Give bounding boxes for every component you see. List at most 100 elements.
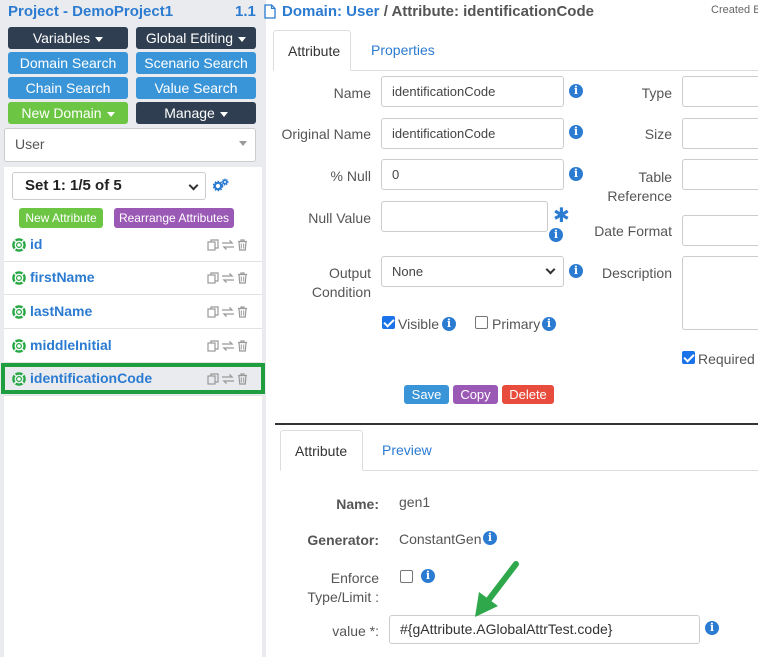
project-version: 1.1 bbox=[235, 3, 256, 20]
lifebuoy-icon bbox=[12, 339, 26, 353]
enforce-type-limit-label: Enforce Type/Limit : bbox=[307, 570, 379, 605]
trash-icon[interactable] bbox=[237, 306, 248, 318]
info-icon[interactable]: i bbox=[483, 531, 497, 545]
output-condition-label: Output Condition bbox=[311, 265, 371, 300]
name-input[interactable]: identificationCode bbox=[381, 76, 564, 107]
scenario-search-button[interactable]: Scenario Search bbox=[136, 52, 256, 74]
domain-search-button[interactable]: Domain Search bbox=[8, 52, 128, 74]
copy-icon[interactable] bbox=[207, 239, 219, 251]
attribute-name: firstName bbox=[30, 269, 95, 285]
description-label: Description bbox=[601, 265, 672, 281]
sidebar: Project - DemoProject1 1.1 Variables Glo… bbox=[0, 0, 266, 657]
enforce-type-limit-checkbox[interactable] bbox=[400, 570, 413, 583]
visible-checkbox[interactable] bbox=[382, 316, 395, 329]
attribute-name: id bbox=[30, 236, 43, 252]
swap-icon[interactable] bbox=[221, 306, 235, 318]
swap-icon[interactable] bbox=[221, 340, 235, 352]
required-label: Required bbox=[698, 351, 755, 367]
value-input[interactable]: #{gAttribute.AGlobalAttrTest.code} bbox=[389, 615, 700, 644]
swap-icon[interactable] bbox=[221, 272, 235, 284]
null-percent-label: % Null bbox=[330, 168, 371, 184]
attribute-tools bbox=[207, 271, 248, 287]
domain-select-value: User bbox=[15, 136, 45, 152]
description-textarea[interactable] bbox=[682, 256, 758, 330]
generator-value: ConstantGen bbox=[399, 531, 482, 547]
null-percent-input[interactable]: 0 bbox=[381, 159, 564, 190]
trash-icon[interactable] bbox=[237, 239, 248, 251]
size-input[interactable] bbox=[682, 118, 758, 149]
gears-icon[interactable] bbox=[213, 178, 229, 192]
chevron-down-icon bbox=[545, 264, 556, 275]
generator-name-value: gen1 bbox=[399, 494, 431, 510]
copy-button[interactable]: Copy bbox=[453, 385, 498, 404]
tab-preview[interactable]: Preview bbox=[368, 430, 446, 471]
trash-icon[interactable] bbox=[237, 272, 248, 284]
set-select[interactable]: Set 1: 1/5 of 5 bbox=[12, 172, 206, 200]
green-arrow-icon bbox=[475, 561, 519, 617]
attribute-list-item[interactable]: lastName bbox=[4, 296, 262, 329]
original-name-label: Original Name bbox=[281, 126, 371, 142]
null-value-label: Null Value bbox=[308, 210, 371, 226]
tab-attribute[interactable]: Attribute bbox=[273, 30, 351, 71]
breadcrumb: Domain: User / Attribute: identification… bbox=[282, 3, 594, 20]
breadcrumb-domain[interactable]: Domain: User bbox=[282, 3, 380, 20]
copy-icon[interactable] bbox=[207, 272, 219, 284]
info-icon[interactable]: i bbox=[542, 317, 556, 331]
tab-properties[interactable]: Properties bbox=[357, 30, 449, 71]
attribute-list-item[interactable]: firstName bbox=[4, 262, 262, 295]
variables-button[interactable]: Variables bbox=[8, 27, 128, 49]
info-icon[interactable]: i bbox=[549, 228, 563, 242]
project-title[interactable]: Project - DemoProject1 bbox=[8, 3, 173, 20]
info-icon[interactable]: i bbox=[569, 125, 583, 139]
swap-icon[interactable] bbox=[221, 239, 235, 251]
attribute-tools bbox=[207, 238, 248, 254]
output-condition-select[interactable]: None bbox=[381, 256, 564, 287]
required-checkbox[interactable] bbox=[682, 351, 695, 364]
chain-search-button[interactable]: Chain Search bbox=[8, 77, 128, 99]
info-icon[interactable]: i bbox=[705, 621, 719, 635]
null-value-input[interactable] bbox=[381, 201, 548, 232]
date-format-input[interactable] bbox=[682, 215, 758, 246]
value-search-button[interactable]: Value Search bbox=[136, 77, 256, 99]
save-button[interactable]: Save bbox=[404, 385, 449, 404]
domain-select[interactable]: User bbox=[4, 128, 256, 162]
generator-tabs: Attribute Preview bbox=[280, 430, 758, 471]
new-attribute-button[interactable]: New Attribute bbox=[19, 208, 103, 228]
original-name-input[interactable]: identificationCode bbox=[381, 118, 564, 149]
primary-checkbox[interactable] bbox=[475, 316, 488, 329]
size-label: Size bbox=[644, 126, 672, 142]
global-editing-button[interactable]: Global Editing bbox=[136, 27, 256, 49]
attribute-list-item[interactable]: middleInitial bbox=[4, 330, 262, 363]
info-icon[interactable]: i bbox=[442, 317, 456, 331]
info-icon[interactable]: i bbox=[569, 84, 583, 98]
attribute-list-item[interactable]: id bbox=[4, 229, 262, 262]
info-icon[interactable]: i bbox=[421, 569, 435, 583]
attribute-name: lastName bbox=[30, 303, 93, 319]
section-divider bbox=[275, 423, 758, 425]
table-reference-input[interactable] bbox=[682, 159, 758, 190]
attribute-tabs: Attribute Properties bbox=[273, 30, 758, 71]
required-asterisk-icon: ✱ bbox=[553, 205, 570, 227]
tab-generator-attribute[interactable]: Attribute bbox=[280, 430, 363, 471]
delete-button[interactable]: Delete bbox=[502, 385, 554, 404]
value-label: value *: bbox=[332, 623, 379, 639]
output-condition-value: None bbox=[392, 264, 424, 279]
file-icon bbox=[264, 4, 276, 19]
type-label: Type bbox=[641, 85, 672, 101]
attribute-tools bbox=[207, 339, 248, 355]
rearrange-attributes-button[interactable]: Rearrange Attributes bbox=[114, 208, 234, 228]
new-domain-button[interactable]: New Domain bbox=[8, 102, 128, 124]
copy-icon[interactable] bbox=[207, 306, 219, 318]
info-icon[interactable]: i bbox=[569, 264, 583, 278]
created-by-text: Created B bbox=[711, 4, 758, 16]
info-icon[interactable]: i bbox=[569, 167, 583, 181]
date-format-label: Date Format bbox=[594, 223, 672, 239]
lifebuoy-icon bbox=[12, 271, 26, 285]
copy-icon[interactable] bbox=[207, 340, 219, 352]
type-input[interactable] bbox=[682, 76, 758, 107]
manage-button[interactable]: Manage bbox=[136, 102, 256, 124]
generator-name-label: Name: bbox=[336, 496, 379, 512]
generator-label: Generator: bbox=[307, 532, 379, 548]
trash-icon[interactable] bbox=[237, 340, 248, 352]
attribute-tools bbox=[207, 305, 248, 321]
